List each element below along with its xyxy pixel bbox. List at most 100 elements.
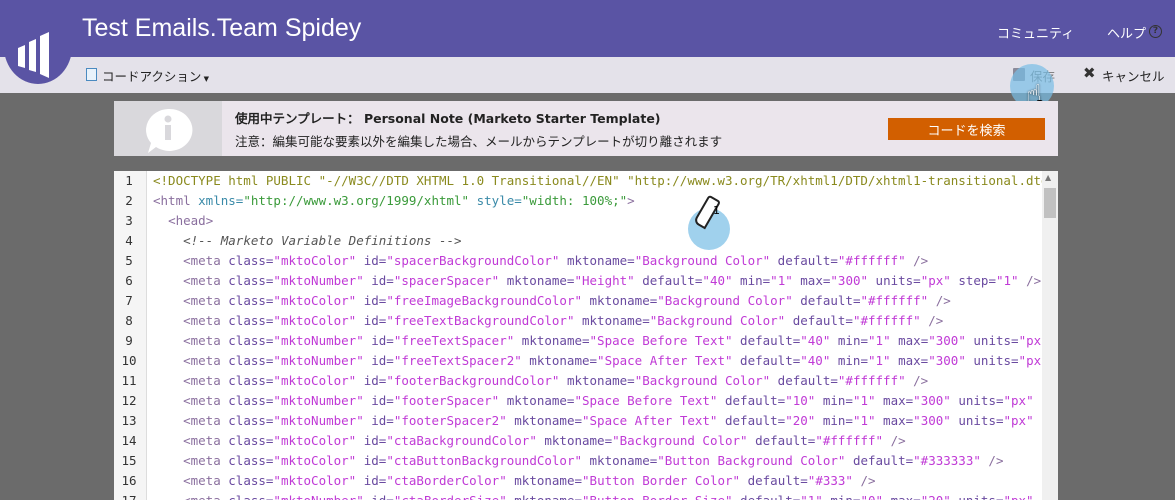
code-line[interactable]: <head> [153, 211, 1043, 231]
code-token: "Background Color" [657, 293, 793, 308]
code-line[interactable]: <!DOCTYPE html PUBLIC "-//W3C//DTD XHTML… [153, 171, 1043, 191]
code-token: <html [153, 193, 199, 208]
code-token: min= [830, 333, 869, 348]
code-token: "mktoColor" [273, 313, 357, 328]
line-number: 2 [125, 193, 133, 208]
scrollbar-thumb[interactable] [1044, 188, 1056, 218]
code-line[interactable]: <meta class="mktoNumber" id="footerSpace… [153, 411, 1043, 431]
code-token: class= [228, 353, 274, 368]
code-token: "ctaButtonBackgroundColor" [386, 453, 582, 468]
code-line[interactable]: <html xmlns="http://www.w3.org/1999/xhtm… [153, 191, 1043, 211]
code-token: <meta [183, 353, 229, 368]
help-link[interactable]: ヘルプ [1107, 23, 1146, 42]
code-token: mktoname= [506, 413, 582, 428]
code-line[interactable]: <!-- Marketo Variable Definitions --> [153, 231, 1043, 251]
code-line[interactable]: <meta class="mktoNumber" id="freeTextSpa… [153, 351, 1043, 371]
code-token: id= [356, 313, 387, 328]
code-token: min= [815, 413, 853, 428]
code-line[interactable]: <meta class="mktoColor" id="freeTextBack… [153, 311, 1043, 331]
code-token: style= [469, 193, 522, 208]
code-token: "freeTextSpacer2" [393, 353, 522, 368]
code-token: "spacerSpacer" [393, 273, 500, 288]
code-line[interactable]: <meta class="mktoNumber" id="ctaBorderSi… [153, 491, 1043, 500]
code-token: class= [228, 253, 274, 268]
code-token: "px" [1003, 393, 1034, 408]
line-number: 6 [125, 273, 133, 288]
code-line[interactable]: <meta class="mktoColor" id="ctaBackgroun… [153, 431, 1043, 451]
code-token: class= [228, 413, 274, 428]
code-line[interactable]: <meta class="mktoColor" id="ctaButtonBac… [153, 451, 1043, 471]
code-token: id= [356, 473, 387, 488]
help-icon[interactable]: ? [1149, 25, 1162, 38]
code-token: "1" [868, 353, 891, 368]
code-token: default= [770, 373, 838, 388]
code-token: max= [875, 393, 914, 408]
code-token: <meta [183, 253, 229, 268]
code-token: id= [363, 273, 394, 288]
code-line[interactable]: <meta class="mktoNumber" id="spacerSpace… [153, 271, 1043, 291]
search-code-button[interactable]: コードを検索 [888, 118, 1045, 140]
code-token: "40" [800, 333, 831, 348]
code-line[interactable]: <meta class="mktoNumber" id="footerSpace… [153, 391, 1043, 411]
vertical-scrollbar[interactable]: ▲ [1042, 171, 1058, 500]
code-actions-icon [86, 68, 97, 81]
line-number: 3 [125, 213, 133, 228]
code-editor[interactable]: 1234567891011121314151617 <!DOCTYPE html… [114, 171, 1058, 500]
community-link[interactable]: コミュニティ [997, 23, 1074, 42]
code-token: class= [228, 273, 274, 288]
code-token: "ctaBackgroundColor" [386, 433, 537, 448]
scroll-up-arrow-icon[interactable]: ▲ [1045, 173, 1051, 182]
code-token: "Background Color" [612, 433, 748, 448]
line-number: 10 [121, 353, 137, 368]
code-token: mktoname= [499, 273, 575, 288]
code-token: id= [363, 413, 394, 428]
code-token: "mktoColor" [273, 373, 357, 388]
template-warning: 注意：編集可能な要素以外を編集した場合、メールからテンプレートが切り離されます [235, 134, 723, 149]
cancel-button[interactable]: キャンセル [1102, 66, 1165, 85]
code-token: "Space Before Text" [589, 333, 733, 348]
code-token: <meta [183, 453, 229, 468]
code-line[interactable]: <meta class="mktoColor" id="spacerBackgr… [153, 251, 1043, 271]
code-line[interactable]: <meta class="mktoNumber" id="freeTextSpa… [153, 331, 1043, 351]
code-line[interactable]: <meta class="mktoColor" id="footerBackgr… [153, 371, 1043, 391]
code-token: class= [228, 293, 274, 308]
code-line[interactable]: <meta class="mktoColor" id="freeImageBac… [153, 291, 1043, 311]
code-token: "#ffffff" [815, 433, 884, 448]
code-line[interactable]: <meta class="mktoColor" id="ctaBorderCol… [153, 471, 1043, 491]
code-token: class= [228, 453, 274, 468]
code-token: "footerBackgroundColor" [386, 373, 560, 388]
code-token: mktoname= [521, 353, 598, 368]
code-token: /> [905, 373, 929, 388]
line-number: 4 [125, 233, 133, 248]
code-token: "1" [800, 493, 823, 500]
code-token: id= [356, 453, 387, 468]
code-token: <meta [183, 313, 229, 328]
marketo-logo[interactable] [4, 10, 72, 84]
code-token: default= [634, 273, 703, 288]
code-token: id= [356, 433, 387, 448]
code-token: "#333" [807, 473, 853, 488]
code-token: id= [363, 333, 394, 348]
code-token: class= [228, 313, 274, 328]
code-actions-label: コードアクション [102, 69, 202, 84]
page-title: Test Emails.Team Spidey [82, 14, 362, 42]
code-token: "10" [785, 393, 816, 408]
code-token: default= [732, 333, 801, 348]
code-token: id= [364, 493, 394, 500]
code-token: "footerSpacer" [393, 393, 500, 408]
code-token: mktoname= [506, 473, 583, 488]
code-token: "mktoColor" [273, 293, 357, 308]
code-actions-menu[interactable]: コードアクション ▼ [102, 66, 209, 85]
code-token: "Background Color" [634, 373, 771, 388]
code-token: "40" [800, 353, 831, 368]
code-token: "mktoColor" [273, 253, 357, 268]
